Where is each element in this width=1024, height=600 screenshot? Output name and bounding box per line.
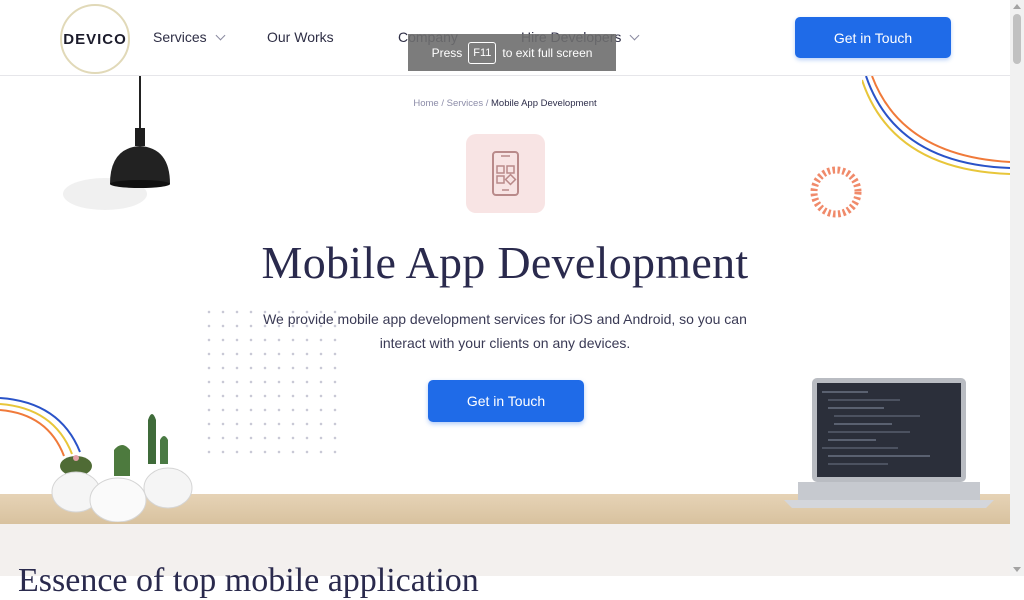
page-scrollbar[interactable]: [1010, 0, 1024, 576]
next-section-heading: Essence of top mobile application: [18, 562, 479, 599]
page-title: Mobile App Development: [261, 237, 749, 288]
pendant-lamp-illustration: [63, 76, 170, 210]
nav-services[interactable]: Services: [153, 29, 226, 45]
scroll-up-arrow-icon[interactable]: [1013, 4, 1021, 9]
logo-text: DEVICO: [63, 30, 127, 48]
nav-our-works-label: Our Works: [267, 29, 334, 45]
devico-logo[interactable]: DEVICO: [60, 4, 130, 74]
get-in-touch-header-label: Get in Touch: [833, 29, 913, 46]
decorative-arcs-top-right: [862, 76, 1010, 175]
get-in-touch-header-button[interactable]: Get in Touch: [795, 17, 951, 58]
breadcrumb-current: Mobile App Development: [491, 98, 597, 109]
f11-key: F11: [468, 41, 497, 64]
chevron-down-icon: [215, 30, 226, 40]
laptop-illustration: [784, 378, 994, 508]
breadcrumb-separator: /: [441, 98, 444, 109]
mobile-app-icon: [492, 151, 519, 196]
nav-services-label: Services: [153, 29, 207, 45]
nav-our-works[interactable]: Our Works: [267, 29, 334, 45]
toast-prefix: Press: [431, 45, 463, 60]
cactus-pots-illustration: [51, 414, 193, 522]
fullscreen-exit-toast: Press F11 to exit full screen: [408, 34, 616, 71]
breadcrumb-separator: /: [485, 98, 489, 109]
breadcrumb-home[interactable]: Home: [413, 98, 438, 109]
chevron-down-icon: [629, 30, 640, 40]
hero-description: We provide mobile app development servic…: [263, 311, 747, 351]
breadcrumb: Home / Services / Mobile App Development: [0, 98, 1010, 109]
breadcrumb-services[interactable]: Services: [447, 98, 483, 109]
scroll-down-arrow-icon[interactable]: [1013, 567, 1021, 572]
striped-circle-decoration: [810, 166, 862, 218]
get-in-touch-hero-button[interactable]: Get in Touch: [428, 380, 584, 422]
get-in-touch-hero-label: Get in Touch: [466, 393, 546, 409]
toast-suffix: to exit full screen: [502, 45, 593, 60]
mobile-app-icon-box: [466, 134, 545, 213]
scrollbar-thumb[interactable]: [1013, 14, 1021, 64]
